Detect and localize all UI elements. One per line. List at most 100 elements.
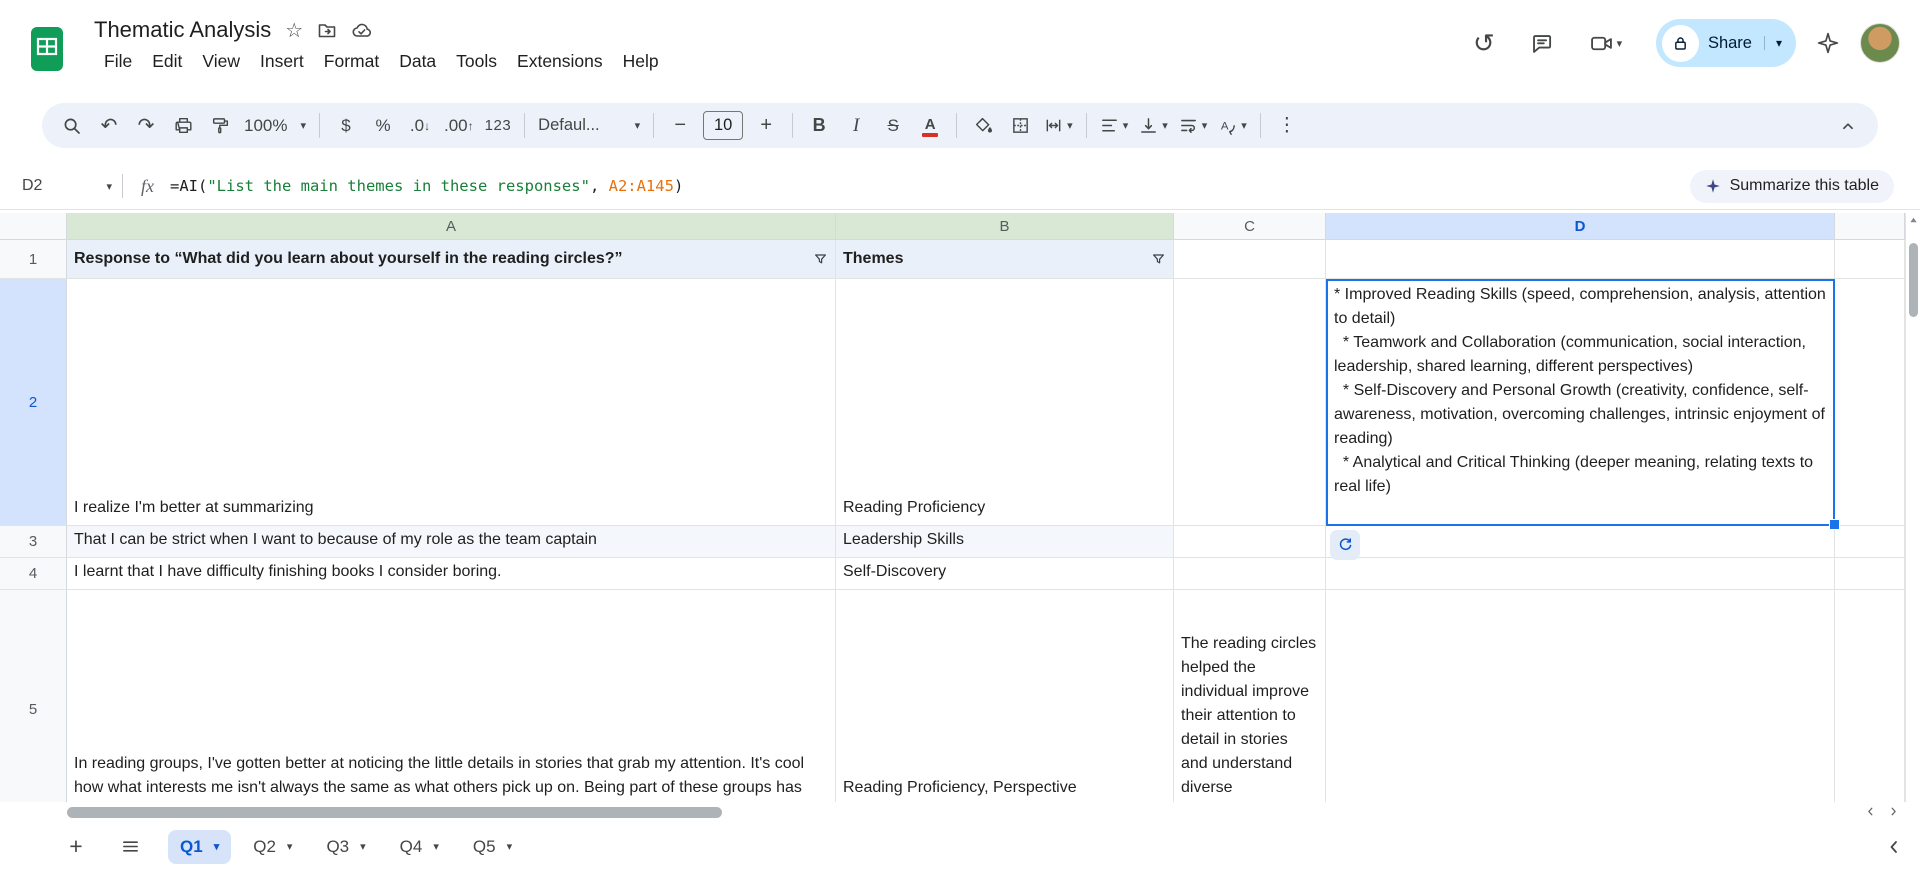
sheet-tab-q3[interactable]: Q3 ▾ xyxy=(314,830,377,864)
row-header-3[interactable]: 3 xyxy=(0,526,67,558)
font-family-select[interactable]: Defaul... ▾ xyxy=(533,109,645,143)
decrease-font-size-button[interactable]: − xyxy=(662,109,698,143)
cell-C4[interactable] xyxy=(1174,558,1326,590)
fill-color-icon[interactable] xyxy=(965,109,1001,143)
share-button[interactable]: Share ▾ xyxy=(1655,19,1796,67)
add-sheet-button[interactable]: + xyxy=(56,827,96,867)
tab-strip-collapse-icon[interactable] xyxy=(1884,837,1904,857)
text-color-icon[interactable]: A xyxy=(912,109,948,143)
cell-E2[interactable] xyxy=(1835,279,1905,526)
cell-D1[interactable] xyxy=(1326,240,1835,279)
horizontal-scrollbar[interactable] xyxy=(0,802,1920,823)
italic-icon[interactable]: I xyxy=(838,109,874,143)
text-wrap-icon[interactable]: ▾ xyxy=(1174,109,1213,143)
sheets-logo-icon[interactable] xyxy=(30,26,64,72)
cell-A4[interactable]: I learnt that I have difficulty finishin… xyxy=(67,558,836,590)
cell-E3[interactable] xyxy=(1835,526,1905,558)
zoom-select[interactable]: 100% ▾ xyxy=(239,109,311,143)
sheet-tab-q2[interactable]: Q2 ▾ xyxy=(241,830,304,864)
row-header-5[interactable]: 5 xyxy=(0,590,67,802)
more-options-icon[interactable]: ⋮ xyxy=(1269,109,1305,143)
vertical-scrollbar[interactable] xyxy=(1905,213,1920,802)
collapse-toolbar-icon[interactable] xyxy=(1830,109,1866,143)
filter-icon[interactable] xyxy=(1151,252,1166,267)
cell-A1[interactable]: Response to “What did you learn about yo… xyxy=(67,240,836,279)
tab-caret-icon[interactable]: ▾ xyxy=(287,840,293,853)
search-icon[interactable] xyxy=(54,109,90,143)
increase-decimal-icon[interactable]: .00 ↑ xyxy=(439,109,479,143)
currency-format-icon[interactable]: $ xyxy=(328,109,364,143)
summarize-table-button[interactable]: Summarize this table xyxy=(1689,169,1894,203)
star-icon[interactable]: ☆ xyxy=(285,18,303,43)
text-rotation-icon[interactable]: A ▾ xyxy=(1213,109,1252,143)
tab-caret-icon[interactable]: ▾ xyxy=(507,840,513,853)
horizontal-scrollbar-thumb[interactable] xyxy=(67,807,722,818)
sheet-tab-q1[interactable]: Q1 ▾ xyxy=(168,829,232,864)
number-format-button[interactable]: 123 xyxy=(480,109,517,143)
menu-data[interactable]: Data xyxy=(389,48,446,75)
horizontal-align-icon[interactable]: ▾ xyxy=(1095,109,1134,143)
filter-icon[interactable] xyxy=(813,252,828,267)
cloud-saved-icon[interactable] xyxy=(351,20,373,40)
cell-B5[interactable]: Reading Proficiency, Perspective Diversi… xyxy=(836,590,1174,802)
cell-C2[interactable] xyxy=(1174,279,1326,526)
menu-insert[interactable]: Insert xyxy=(250,48,314,75)
column-header-A[interactable]: A xyxy=(67,213,836,240)
undo-icon[interactable]: ↶ xyxy=(91,109,127,143)
tab-caret-icon[interactable]: ▾ xyxy=(360,840,366,853)
menu-tools[interactable]: Tools xyxy=(446,48,507,75)
decrease-decimal-icon[interactable]: .0 ↓ xyxy=(402,109,438,143)
cell-A2[interactable]: I realize I'm better at summarizing xyxy=(67,279,836,526)
meet-video-icon[interactable]: ▾ xyxy=(1578,21,1634,65)
tab-caret-icon[interactable]: ▾ xyxy=(214,840,220,853)
gemini-gem-icon[interactable] xyxy=(1810,21,1846,65)
share-caret-icon[interactable]: ▾ xyxy=(1763,36,1782,50)
vertical-align-icon[interactable]: ▾ xyxy=(1134,109,1173,143)
column-header-D[interactable]: D xyxy=(1326,213,1835,240)
column-header-C[interactable]: C xyxy=(1174,213,1326,240)
row-header-4[interactable]: 4 xyxy=(0,558,67,590)
account-avatar[interactable] xyxy=(1860,23,1900,63)
tab-caret-icon[interactable]: ▾ xyxy=(433,840,439,853)
menu-format[interactable]: Format xyxy=(314,48,389,75)
cell-C3[interactable] xyxy=(1174,526,1326,558)
row-header-2[interactable]: 2 xyxy=(0,279,67,526)
increase-font-size-button[interactable]: + xyxy=(748,109,784,143)
move-folder-icon[interactable] xyxy=(317,20,337,40)
bold-icon[interactable]: B xyxy=(801,109,837,143)
cell-B3[interactable]: Leadership Skills xyxy=(836,526,1174,558)
percent-format-icon[interactable]: % xyxy=(365,109,401,143)
strikethrough-icon[interactable]: S xyxy=(875,109,911,143)
row-header-1[interactable]: 1 xyxy=(0,240,67,279)
cell-D5[interactable] xyxy=(1326,590,1835,802)
paint-format-icon[interactable] xyxy=(202,109,238,143)
ai-refresh-button[interactable] xyxy=(1330,530,1360,560)
menu-file[interactable]: File xyxy=(94,48,142,75)
cell-B4[interactable]: Self-Discovery xyxy=(836,558,1174,590)
menu-extensions[interactable]: Extensions xyxy=(507,48,613,75)
cell-D3[interactable] xyxy=(1326,526,1835,558)
cell-C1[interactable] xyxy=(1174,240,1326,279)
menu-help[interactable]: Help xyxy=(613,48,669,75)
cell-A3[interactable]: That I can be strict when I want to beca… xyxy=(67,526,836,558)
cell-D2-selected[interactable]: * Improved Reading Skills (speed, compre… xyxy=(1326,279,1835,526)
print-icon[interactable] xyxy=(165,109,201,143)
cell-E1[interactable] xyxy=(1835,240,1905,279)
cell-B1[interactable]: Themes xyxy=(836,240,1174,279)
merge-cells-icon[interactable]: ▾ xyxy=(1039,109,1078,143)
select-all-corner[interactable] xyxy=(0,213,67,240)
cell-D4[interactable] xyxy=(1326,558,1835,590)
comments-icon[interactable] xyxy=(1520,21,1564,65)
menu-view[interactable]: View xyxy=(192,48,250,75)
sheet-tab-q4[interactable]: Q4 ▾ xyxy=(388,830,451,864)
sheet-tab-q5[interactable]: Q5 ▾ xyxy=(461,830,524,864)
menu-edit[interactable]: Edit xyxy=(142,48,192,75)
column-header-E-partial[interactable] xyxy=(1835,213,1905,240)
cell-B2[interactable]: Reading Proficiency xyxy=(836,279,1174,526)
scroll-up-icon[interactable] xyxy=(1909,216,1918,225)
cell-E4[interactable] xyxy=(1835,558,1905,590)
fill-handle[interactable] xyxy=(1829,519,1840,530)
font-size-input[interactable]: 10 xyxy=(703,111,744,140)
version-history-icon[interactable]: ↺ xyxy=(1462,21,1506,65)
scroll-left-icon[interactable] xyxy=(1864,805,1877,818)
